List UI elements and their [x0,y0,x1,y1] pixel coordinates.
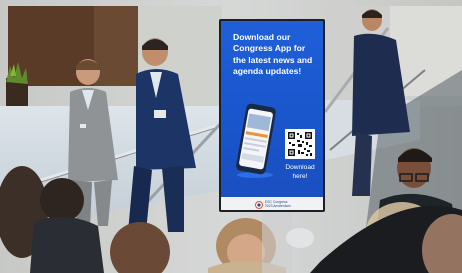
sign-headline: Download our Congress App for the latest… [233,32,313,77]
sign-brand-text: ESC Congress 2023 Amsterdam [265,200,291,209]
qr-code-icon [285,129,315,159]
conference-photo: Download our Congress App for the latest… [0,0,462,273]
download-here-label: Download here! [285,164,315,180]
smartphone-icon [236,103,276,178]
esc-logo-icon [255,201,263,209]
digital-sign: Download our Congress App for the latest… [219,19,325,212]
